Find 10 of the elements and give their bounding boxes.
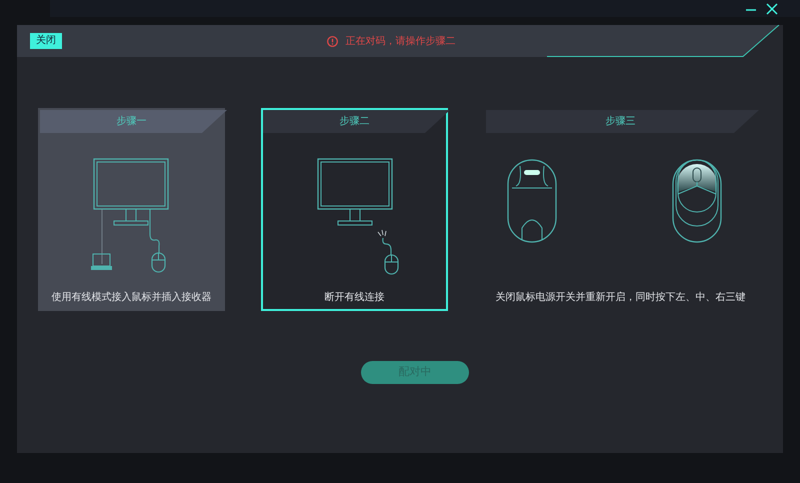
close-icon[interactable] xyxy=(766,2,778,14)
step-caption: 关闭鼠标电源开关并重新开启，同时按下左、中、右三键 xyxy=(496,290,746,305)
close-button[interactable]: 关闭 xyxy=(30,33,62,49)
step-caption: 断开有线连接 xyxy=(324,290,384,305)
step-title: 步骤二 xyxy=(340,114,370,129)
step-caption: 使用有线模式接入鼠标并插入接收器 xyxy=(52,290,212,305)
status-message: 正在对码，请操作步骤二 xyxy=(346,34,456,48)
step-title: 步骤三 xyxy=(606,114,636,129)
step-title: 步骤一 xyxy=(116,114,146,129)
warning-icon xyxy=(326,36,338,46)
